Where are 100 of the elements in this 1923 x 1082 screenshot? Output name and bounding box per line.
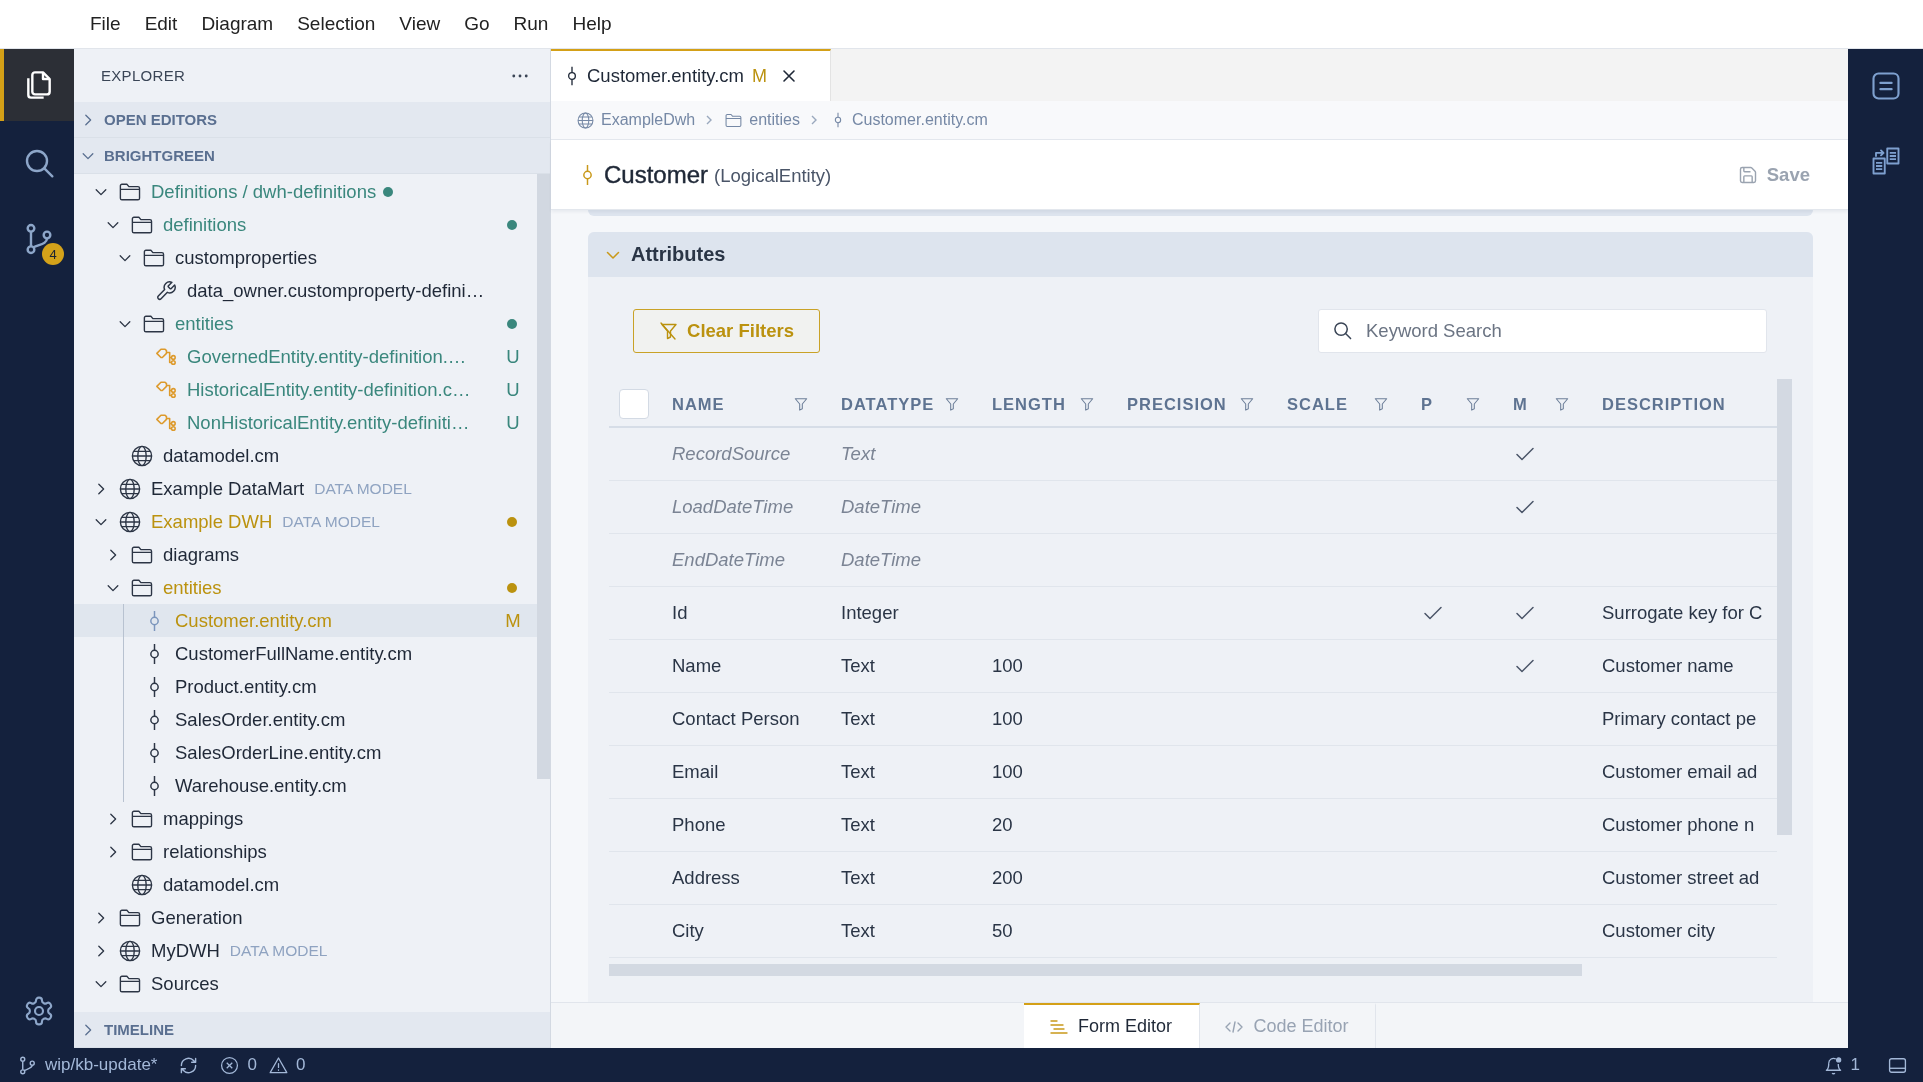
table-cell: Text	[829, 852, 980, 905]
editor-tab[interactable]: Customer.entity.cm M	[551, 49, 831, 101]
filter-icon[interactable]	[1080, 397, 1094, 411]
menu-item[interactable]: Selection	[285, 13, 388, 35]
close-icon[interactable]	[780, 68, 797, 84]
table-cell: RecordSource	[660, 428, 829, 481]
filter-icon[interactable]	[1555, 397, 1569, 411]
tree-item[interactable]: definitions	[74, 208, 537, 241]
sync-icon[interactable]	[179, 1055, 199, 1075]
section-header[interactable]: Attributes	[588, 232, 1813, 277]
menu-item[interactable]: File	[78, 13, 133, 35]
column-header[interactable]: DATATYPE	[841, 394, 935, 414]
table-cell: Text	[829, 693, 980, 746]
tree-item[interactable]: data_owner.customproperty-defini…	[74, 274, 537, 307]
table-cell: Name	[660, 640, 829, 693]
menu-item[interactable]: Run	[501, 13, 561, 35]
tree-item[interactable]: SalesOrderLine.entity.cm	[74, 736, 537, 769]
more-icon[interactable]	[512, 73, 528, 78]
table-cell: City	[660, 905, 829, 958]
chevron-icon	[809, 114, 818, 126]
check-icon	[1515, 499, 1535, 515]
menu-item[interactable]: Edit	[132, 13, 190, 35]
scrollbar[interactable]	[537, 174, 550, 779]
list-icon[interactable]	[1870, 71, 1901, 101]
tree-item[interactable]: NonHistoricalEntity.entity-definiti… U	[74, 406, 537, 439]
error-icon[interactable]	[220, 1055, 240, 1075]
view-tab[interactable]: Form Editor	[1023, 1003, 1200, 1048]
tree-item[interactable]: Product.entity.cm	[74, 670, 537, 703]
checkbox[interactable]	[619, 389, 649, 419]
document-swap-icon[interactable]	[1870, 146, 1901, 176]
tag-hierarchy-icon	[155, 345, 177, 368]
section-header[interactable]: TIMELINE	[74, 1012, 550, 1048]
table-cell: Contact Person	[660, 693, 829, 746]
tree-item[interactable]: HistoricalEntity.entity-definition.c… U	[74, 373, 537, 406]
tree-item[interactable]: Example DataMart DATA MODEL	[74, 472, 537, 505]
table-cell: 100	[980, 640, 1115, 693]
table-cell: Integer	[829, 587, 980, 640]
filter-icon[interactable]	[1240, 397, 1254, 411]
tree-item[interactable]: datamodel.cm	[74, 439, 537, 472]
activity-bar-item[interactable]	[0, 49, 74, 121]
table-cell: Customer city	[1590, 905, 1777, 958]
git-status-letter: U	[505, 411, 521, 434]
column-header[interactable]: PRECISION	[1127, 394, 1227, 414]
layout-icon[interactable]	[1888, 1055, 1907, 1075]
table-cell: Phone	[660, 799, 829, 852]
tree-item[interactable]: relationships	[74, 835, 537, 868]
form-icon	[1050, 1018, 1068, 1035]
tree-item[interactable]: diagrams	[74, 538, 537, 571]
menu-item[interactable]: View	[387, 13, 453, 35]
type-label: DATA MODEL	[229, 941, 328, 960]
search-icon	[1333, 321, 1352, 340]
filter-icon[interactable]	[1466, 397, 1480, 411]
tree-item[interactable]: mappings	[74, 802, 537, 835]
settings-icon[interactable]	[23, 995, 55, 1027]
entity-type: (LogicalEntity)	[714, 165, 832, 187]
bell-icon[interactable]	[1823, 1055, 1843, 1075]
wrench-icon	[155, 279, 177, 302]
menu-item[interactable]: Help	[560, 13, 624, 35]
column-header[interactable]: NAME	[672, 394, 725, 414]
tree-item[interactable]: datamodel.cm	[74, 868, 537, 901]
menu-item[interactable]: Go	[452, 13, 502, 35]
tree-item[interactable]: Generation	[74, 901, 537, 934]
section-header[interactable]: BRIGHTGREEN	[74, 138, 550, 174]
branch-icon[interactable]	[18, 1055, 37, 1075]
tree-item[interactable]: customproperties	[74, 241, 537, 274]
warning-icon[interactable]	[268, 1055, 288, 1075]
tree-item[interactable]: Definitions / dwh-definitions	[74, 175, 537, 208]
column-header[interactable]: DESCRIPTION	[1602, 394, 1726, 414]
column-header[interactable]: SCALE	[1287, 394, 1348, 414]
section-header[interactable]: OPEN EDITORS	[74, 102, 550, 138]
panel-title: EXPLORER	[101, 67, 186, 84]
scrollbar[interactable]	[1777, 379, 1792, 835]
warning-count: 0	[295, 1055, 306, 1075]
check-icon	[1515, 446, 1535, 462]
table-cell: Text	[829, 905, 980, 958]
column-header[interactable]: P	[1421, 394, 1433, 414]
globe-icon	[131, 444, 153, 467]
tree-item[interactable]: entities	[74, 307, 537, 340]
filter-icon[interactable]	[945, 397, 959, 411]
activity-bar-item[interactable]: 4	[0, 201, 74, 277]
tree-item[interactable]: MyDWH DATA MODEL	[74, 934, 537, 967]
search-field[interactable]: Keyword Search	[1318, 309, 1767, 353]
filter-icon[interactable]	[794, 397, 808, 411]
table-cell: Address	[660, 852, 829, 905]
column-header[interactable]: M	[1513, 394, 1528, 414]
tree-item[interactable]: SalesOrder.entity.cm	[74, 703, 537, 736]
tree-item[interactable]: GovernedEntity.entity-definition.… U	[74, 340, 537, 373]
filter-icon[interactable]	[1374, 397, 1388, 411]
globe-icon	[119, 477, 141, 500]
menu-item[interactable]: Diagram	[189, 13, 286, 35]
scrollbar[interactable]	[609, 964, 1582, 976]
column-header[interactable]: LENGTH	[992, 394, 1066, 414]
tree-item[interactable]: Warehouse.entity.cm	[74, 769, 537, 802]
tree-item[interactable]: CustomerFullName.entity.cm	[74, 637, 537, 670]
tree-item[interactable]: Sources	[74, 967, 537, 1000]
folder-icon	[725, 111, 743, 129]
tag-hierarchy-icon	[155, 378, 177, 401]
git-status-letter: U	[505, 378, 521, 401]
branch-name[interactable]: wip/kb-update*	[45, 1055, 158, 1075]
globe-icon	[131, 873, 153, 896]
